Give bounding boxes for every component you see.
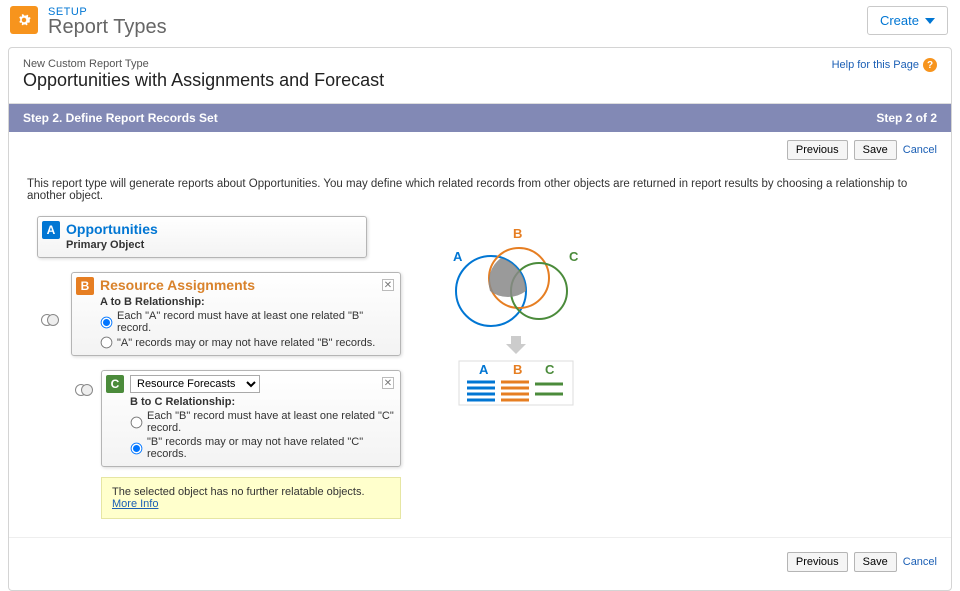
svg-text:C: C [545, 362, 555, 377]
info-box: The selected object has no further relat… [101, 477, 401, 519]
ab-option-1[interactable]: Each "A" record must have at least one r… [100, 310, 394, 334]
page-subtitle: Opportunities with Assignments and Forec… [23, 70, 384, 91]
page-header: SETUP Report Types Create [0, 0, 960, 39]
step-bar: Step 2. Define Report Records Set Step 2… [9, 104, 951, 132]
step-bar-right: Step 2 of 2 [876, 111, 937, 125]
badge-a: A [42, 221, 60, 239]
object-a-subtitle: Primary Object [66, 239, 360, 251]
bc-relationship-title: B to C Relationship: [130, 396, 394, 408]
bc-option-1-label: Each "B" record must have at least one r… [147, 410, 394, 434]
description-text: This report type will generate reports a… [9, 160, 951, 212]
ab-radio-1[interactable] [101, 316, 113, 328]
close-icon-b[interactable]: ✕ [382, 279, 394, 291]
venn-label-a: A [453, 249, 463, 264]
help-icon: ? [923, 58, 937, 72]
venn-label-b: B [513, 226, 522, 241]
bc-option-2[interactable]: "B" records may or may not have related … [130, 436, 394, 460]
svg-text:B: B [513, 362, 522, 377]
ab-option-2[interactable]: "A" records may or may not have related … [100, 336, 394, 349]
more-info-link[interactable]: More Info [112, 498, 158, 510]
objects-column: A Opportunities Primary Object B ✕ Resou… [37, 216, 401, 519]
previous-button-top[interactable]: Previous [787, 140, 848, 160]
arrow-down-icon [506, 336, 526, 354]
save-button-top[interactable]: Save [854, 140, 897, 160]
svg-text:A: A [479, 362, 489, 377]
object-card-c: C ✕ Resource Forecasts B to C Relationsh… [101, 370, 401, 467]
button-row-bottom: Previous Save Cancel [9, 537, 951, 572]
gear-icon [10, 6, 38, 34]
page-title: Report Types [48, 16, 867, 39]
chevron-down-icon [925, 18, 935, 24]
connector-bc-icon [75, 384, 93, 396]
object-a-title: Opportunities [66, 221, 360, 237]
main-panel: New Custom Report Type Opportunities wit… [8, 47, 952, 591]
info-box-text: The selected object has no further relat… [112, 486, 365, 498]
bc-radio-2[interactable] [131, 442, 143, 454]
ab-option-1-label: Each "A" record must have at least one r… [117, 310, 394, 334]
create-button-label: Create [880, 13, 919, 28]
bc-option-1[interactable]: Each "B" record must have at least one r… [130, 410, 394, 434]
button-row-top: Previous Save Cancel [9, 132, 951, 160]
previous-button-bottom[interactable]: Previous [787, 552, 848, 572]
badge-c: C [106, 375, 124, 393]
venn-label-c: C [569, 249, 579, 264]
ab-relationship-title: A to B Relationship: [100, 296, 394, 308]
object-c-select[interactable]: Resource Forecasts [130, 375, 260, 393]
object-card-b: B ✕ Resource Assignments A to B Relation… [71, 272, 401, 356]
save-button-bottom[interactable]: Save [854, 552, 897, 572]
help-link[interactable]: Help for this Page ? [832, 58, 937, 72]
close-icon-c[interactable]: ✕ [382, 377, 394, 389]
help-link-label: Help for this Page [832, 59, 919, 71]
bc-radio-1[interactable] [131, 416, 143, 428]
cancel-link-bottom[interactable]: Cancel [903, 556, 937, 568]
ab-option-2-label: "A" records may or may not have related … [117, 337, 375, 349]
cancel-link-top[interactable]: Cancel [903, 144, 937, 156]
ab-radio-2[interactable] [101, 337, 113, 349]
step-bar-left: Step 2. Define Report Records Set [23, 111, 218, 125]
bc-option-2-label: "B" records may or may not have related … [147, 436, 394, 460]
badge-b: B [76, 277, 94, 295]
breadcrumb: New Custom Report Type [23, 58, 384, 70]
create-button[interactable]: Create [867, 6, 948, 35]
venn-diagram: A B C A B C [441, 216, 591, 519]
connector-ab-icon [41, 314, 59, 326]
object-b-title: Resource Assignments [100, 277, 394, 293]
object-card-a: A Opportunities Primary Object [37, 216, 367, 258]
